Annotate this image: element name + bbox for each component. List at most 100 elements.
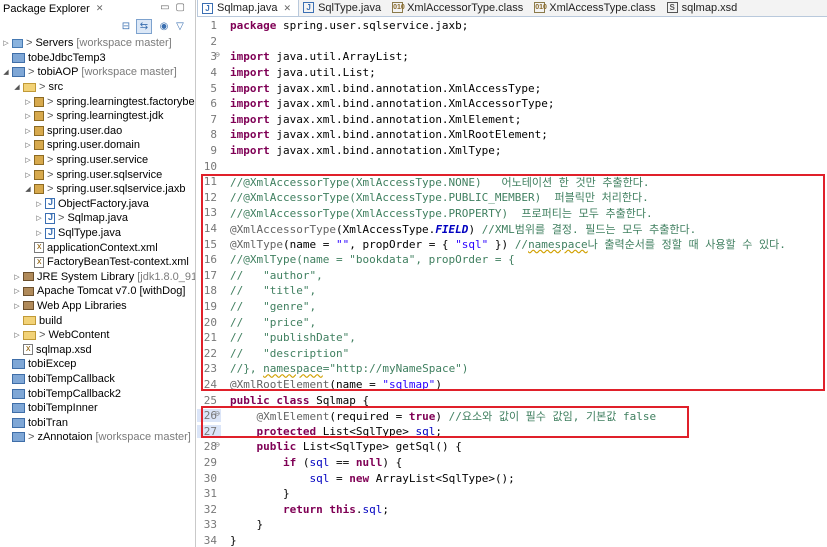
tree-item[interactable]: ▷ > Servers [workspace master] xyxy=(0,36,195,51)
collapsed-arrow-icon[interactable]: ▷ xyxy=(35,200,43,208)
collapsed-arrow-icon[interactable]: ▷ xyxy=(24,127,32,135)
collapsed-arrow-icon[interactable]: ▷ xyxy=(13,331,21,339)
code-line[interactable]: 11 //@XmlAccessorType(XmlAccessType.NONE)… xyxy=(197,174,827,190)
code-line[interactable]: 23 //}, namespace="http://myNameSpace") xyxy=(197,361,827,377)
code-line[interactable]: 10 xyxy=(197,158,827,174)
code-line[interactable]: 13 //@XmlAccessorType(XmlAccessType.PROPE… xyxy=(197,205,827,221)
expanded-arrow-icon[interactable]: ◢ xyxy=(13,83,21,91)
editor-tab[interactable]: J SqlType.java xyxy=(299,0,388,16)
editor-tab[interactable]: Ssqlmap.xsd xyxy=(663,0,745,16)
tree-item[interactable]: tobiTempCallback xyxy=(0,372,195,387)
code-area[interactable]: 1package spring.user.sqlservice.jaxb;23i… xyxy=(197,18,827,547)
code-text: package spring.user.sqlservice.jaxb; xyxy=(230,19,469,33)
close-icon[interactable]: ✕ xyxy=(96,3,104,14)
view-menu-icon[interactable]: ▽ xyxy=(172,19,188,34)
code-line[interactable]: 7 import javax.xml.bind.annotation.XmlEle… xyxy=(197,112,827,128)
tree-item[interactable]: ◢ > src xyxy=(0,80,195,95)
code-line[interactable]: 27 protected List<SqlType> sql; xyxy=(197,423,827,439)
collapsed-arrow-icon[interactable]: ▷ xyxy=(24,141,32,149)
code-line[interactable]: 18 // "title", xyxy=(197,283,827,299)
code-line[interactable]: 33 } xyxy=(197,517,827,533)
tree-item[interactable]: ▷ spring.user.dao xyxy=(0,124,195,139)
tree-item[interactable]: tobiExcep xyxy=(0,357,195,372)
collapsed-arrow-icon[interactable]: ▷ xyxy=(24,171,32,179)
code-line[interactable]: 15 @XmlType(name = "", propOrder = { "sql… xyxy=(197,236,827,252)
expanded-arrow-icon[interactable]: ◢ xyxy=(2,68,10,76)
code-line[interactable]: 12 //@XmlAccessorType(XmlAccessType.PUBLI… xyxy=(197,190,827,206)
collapsed-arrow-icon[interactable]: ▷ xyxy=(35,229,43,237)
code-line[interactable]: 14 @XmlAccessorType(XmlAccessType.FIELD) … xyxy=(197,221,827,237)
collapsed-arrow-icon[interactable]: ▷ xyxy=(24,156,32,164)
collapsed-arrow-icon[interactable]: ▷ xyxy=(13,302,21,310)
code-line[interactable]: 20 // "price", xyxy=(197,314,827,330)
code-line[interactable]: 1 package spring.user.sqlservice.jaxb; xyxy=(197,18,827,34)
code-line[interactable]: 22 // "description" xyxy=(197,345,827,361)
tree-item[interactable]: > zAnnotaion [workspace master] xyxy=(0,430,195,445)
code-line[interactable]: 30 sql = new ArrayList<SqlType>(); xyxy=(197,470,827,486)
line-number: 18 xyxy=(203,284,217,298)
tree-item[interactable]: ◢ > tobiAOP [workspace master] xyxy=(0,65,195,80)
editor-tab[interactable]: 010 XmlAccessorType.class xyxy=(388,0,530,16)
collapsed-arrow-icon[interactable]: ▷ xyxy=(13,273,21,281)
code-line[interactable]: 21 // "publishDate", xyxy=(197,330,827,346)
code-text: @XmlRootElement(name = "sqlmap") xyxy=(230,377,442,391)
code-line[interactable]: 17 // "author", xyxy=(197,268,827,284)
tree-item[interactable]: sqlmap.xsd xyxy=(0,342,195,357)
code-line[interactable]: 9 import javax.xml.bind.annotation.XmlTyp… xyxy=(197,143,827,159)
code-line[interactable]: 34} xyxy=(197,533,827,547)
focus-icon[interactable]: ◉ xyxy=(156,19,172,34)
tree-item[interactable]: ▷ JRE System Library [jdk1.8.0_91] xyxy=(0,270,195,285)
tree-item[interactable]: build xyxy=(0,313,195,328)
code-line[interactable]: 26 @XmlElement(required = true) //요소와 값이… xyxy=(197,408,827,424)
tree-item[interactable]: tobiTempCallback2 xyxy=(0,386,195,401)
close-tab-icon[interactable]: ✕ xyxy=(284,3,292,14)
code-line[interactable]: 24 @XmlRootElement(name = "sqlmap") xyxy=(197,377,827,393)
code-line[interactable]: 31 } xyxy=(197,486,827,502)
tree-item[interactable]: ▷ spring.user.domain xyxy=(0,138,195,153)
line-number: 9 xyxy=(210,144,217,158)
editor-tab[interactable]: J Sqlmap.java ✕ xyxy=(197,0,300,16)
tree-item[interactable]: ▷ > spring.learningtest.jdk xyxy=(0,109,195,124)
tree-item[interactable]: ◢ > spring.user.sqlservice.jaxb xyxy=(0,182,195,197)
editor-tab[interactable]: 010 XmlAccessType.class xyxy=(530,0,662,16)
collapsed-arrow-icon[interactable]: ▷ xyxy=(24,98,32,106)
code-line[interactable]: 29 if (sql == null) { xyxy=(197,455,827,471)
tree-item[interactable]: ▷ Web App Libraries xyxy=(0,299,195,314)
code-line[interactable]: 32 return this.sql; xyxy=(197,501,827,517)
collapsed-arrow-icon[interactable]: ▷ xyxy=(24,112,32,120)
code-line[interactable]: 8 import javax.xml.bind.annotation.XmlRoo… xyxy=(197,127,827,143)
code-line[interactable]: 25 public class Sqlmap { xyxy=(197,392,827,408)
code-line[interactable]: 28 public List<SqlType> getSql() { xyxy=(197,439,827,455)
link-with-editor-icon[interactable]: ⇆ xyxy=(136,19,152,34)
tree-item[interactable]: tobeJdbcTemp3 xyxy=(0,51,195,66)
collapsed-arrow-icon[interactable]: ▷ xyxy=(2,39,10,47)
tree-item[interactable]: ▷ > spring.learningtest.factorybea xyxy=(0,94,195,109)
package-explorer-tab[interactable]: Package Explorer ✕ ▭▢ xyxy=(0,0,195,17)
tree-item[interactable]: tobiTran xyxy=(0,415,195,430)
code-line[interactable]: 6 import javax.xml.bind.annotation.XmlAcc… xyxy=(197,96,827,112)
tree-item[interactable]: ▷ SqlType.java xyxy=(0,226,195,241)
tree-item[interactable]: ▷ Apache Tomcat v7.0 [withDog] xyxy=(0,284,195,299)
tree-item[interactable]: ▷ > spring.user.sqlservice xyxy=(0,167,195,182)
code-line[interactable]: 2 xyxy=(197,34,827,50)
tree-item[interactable]: ▷ > spring.user.service xyxy=(0,153,195,168)
code-line[interactable]: 19 // "genre", xyxy=(197,299,827,315)
java-file-icon: J xyxy=(303,2,315,13)
minimize-maximize-icon[interactable]: ▭▢ xyxy=(160,2,191,13)
code-line[interactable]: 4 import java.util.List; xyxy=(197,65,827,81)
tree-item[interactable]: tobiTempInner xyxy=(0,401,195,416)
collapsed-arrow-icon[interactable]: ▷ xyxy=(35,214,43,222)
collapsed-arrow-icon[interactable]: ▷ xyxy=(13,287,21,295)
tree-item[interactable]: applicationContext.xml xyxy=(0,240,195,255)
tree-item[interactable]: ▷ >Sqlmap.java xyxy=(0,211,195,226)
tree-item[interactable]: FactoryBeanTest-context.xml xyxy=(0,255,195,270)
code-text: import javax.xml.bind.annotation.XmlRoot… xyxy=(230,128,548,142)
expanded-arrow-icon[interactable]: ◢ xyxy=(24,185,32,193)
tree-item[interactable]: ▷ > WebContent xyxy=(0,328,195,343)
code-line[interactable]: 5 import javax.xml.bind.annotation.XmlAcc… xyxy=(197,80,827,96)
line-number: 29 xyxy=(203,455,217,469)
collapse-all-icon[interactable]: ⊟ xyxy=(118,19,134,34)
tree-item[interactable]: ▷ ObjectFactory.java xyxy=(0,197,195,212)
code-line[interactable]: 16 //@XmlType(name = "bookdata", propOrde… xyxy=(197,252,827,268)
code-line[interactable]: 3 import java.util.ArrayList; xyxy=(197,49,827,65)
